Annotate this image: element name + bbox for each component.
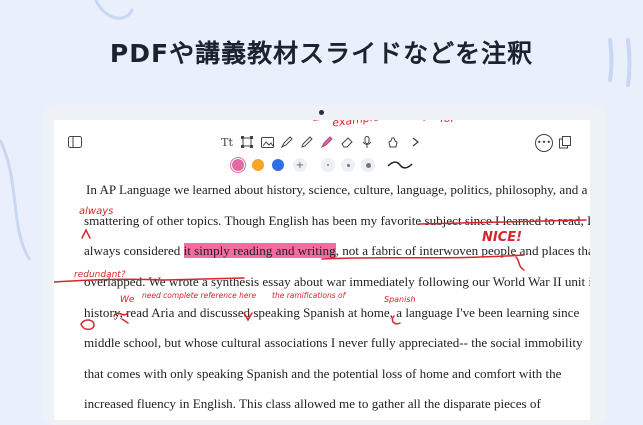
annotation-ramifications: the ramifications of (272, 291, 346, 300)
document-screen: Tt + ••• In AP Language we learned about… (54, 120, 590, 420)
promo-headline: PDFや講義教材スライドなどを注釈 (109, 39, 534, 68)
annotation-spanish: Spanish (384, 295, 416, 304)
annotation-redundant: redundant? (74, 270, 126, 280)
annotation-top-right: for (440, 120, 455, 125)
annotation-need-reference: need complete reference here (142, 291, 257, 300)
annotation-we: We (120, 295, 135, 305)
annotation-always: always (79, 206, 114, 217)
tablet-camera (319, 110, 324, 115)
annotation-nice: NICE! (482, 230, 523, 245)
ink-annotation-layer (54, 120, 587, 331)
